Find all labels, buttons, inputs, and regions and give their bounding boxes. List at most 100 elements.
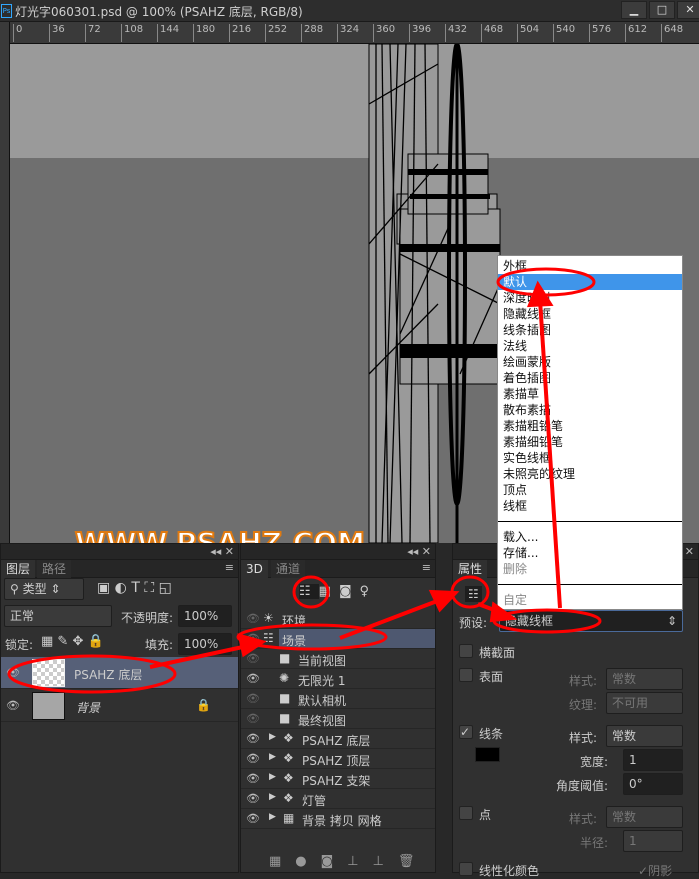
scene-tree-item[interactable]: 👁 ▶ ❖ PSAHZ 顶层 <box>241 749 435 769</box>
scene-tree-item[interactable]: 👁 ▶ ❖ PSAHZ 底层 <box>241 729 435 749</box>
points-checkbox[interactable] <box>459 806 473 820</box>
scene-tree-item[interactable]: 👁 ☷ 场景 <box>241 629 435 649</box>
scene-icon: ☷ <box>263 631 274 645</box>
preset-menu-item[interactable]: 素描粗铅笔 <box>498 418 682 434</box>
texture-label: 纹理: <box>569 698 598 712</box>
filter-type-select[interactable]: ⚲ 类型 ⇕ <box>4 578 84 600</box>
expand-arrow-icon[interactable]: ▶ <box>269 792 276 802</box>
preset-menu-item[interactable]: 默认 <box>498 274 682 290</box>
horizontal-ruler[interactable]: 0 36 72 108 144 180 216 252 288 324 360 396 432 468 50… <box>10 22 699 44</box>
tab-layers[interactable]: 图层 <box>1 560 36 578</box>
linearize-checkbox[interactable] <box>459 862 473 876</box>
scene-tree-item[interactable]: 👁 ■ 默认相机 <box>241 689 435 709</box>
surface-checkbox[interactable] <box>459 668 473 682</box>
collapse-icon[interactable]: ◂◂ ✕ <box>210 545 234 558</box>
eye-icon[interactable]: 👁 <box>246 632 260 645</box>
preset-menu-item[interactable]: 着色插图 <box>498 370 682 386</box>
panel-menu-icon[interactable]: ≡ <box>225 561 234 574</box>
preset-menu-item[interactable]: 素描细铅笔 <box>498 434 682 450</box>
opacity-input[interactable]: 100% <box>178 605 232 627</box>
menu-item-save[interactable]: 存储... <box>498 545 682 561</box>
preset-menu-item[interactable]: 散布素描 <box>498 402 682 418</box>
preset-menu-item[interactable]: 顶点 <box>498 482 682 498</box>
expand-arrow-icon[interactable]: ▶ <box>269 772 276 782</box>
surface-style-select[interactable]: 常数 <box>606 668 683 690</box>
preset-menu-item[interactable]: 线条插图 <box>498 322 682 338</box>
eye-icon[interactable]: 👁 <box>246 772 260 785</box>
mesh-icon: ❖ <box>283 751 294 765</box>
item-label: PSAHZ 底层 <box>302 734 371 748</box>
scene-tree-item[interactable]: 👁 ▶ ❖ 灯管 <box>241 789 435 809</box>
point-style-select[interactable]: 常数 <box>606 806 683 828</box>
preset-menu-item[interactable]: 实色线框 <box>498 450 682 466</box>
expand-arrow-icon[interactable]: ▶ <box>269 732 276 742</box>
panel-menu-icon[interactable]: ≡ <box>422 561 431 574</box>
layer-name: 背景 <box>76 701 101 715</box>
scene-tree-item[interactable]: 👁 ■ 最终视图 <box>241 709 435 729</box>
shadow-checkbox[interactable]: ✓阴影 <box>638 862 672 879</box>
angle-threshold-input[interactable]: 0° <box>623 773 683 795</box>
collapse-icon[interactable]: ◂◂ ✕ <box>407 545 431 558</box>
preset-select[interactable]: 隐藏线框 ⇕ <box>499 610 683 632</box>
line-color-swatch[interactable] <box>475 747 500 762</box>
eye-icon[interactable]: 👁 <box>246 612 260 625</box>
eye-icon[interactable]: 👁 <box>246 812 260 825</box>
blend-mode-select[interactable]: 正常 <box>4 605 112 627</box>
menu-item-load[interactable]: 载入... <box>498 529 682 545</box>
mesh-icon: ❖ <box>283 791 294 805</box>
scene-tree-item[interactable]: 👁 ▶ ❖ PSAHZ 支架 <box>241 769 435 789</box>
3d-filter-icons[interactable]: ☷▦◙♀ <box>299 584 377 599</box>
point-radius-input[interactable]: 1 <box>623 830 683 852</box>
eye-icon[interactable]: 👁 <box>246 712 260 725</box>
fill-input[interactable]: 100% <box>178 633 232 655</box>
layer-row-selected[interactable]: 👁 PSAHZ 底层 <box>1 657 238 689</box>
preset-menu-item[interactable]: 未照亮的纹理 <box>498 466 682 482</box>
texture-select[interactable]: 不可用 <box>606 692 683 714</box>
cross-section-checkbox[interactable] <box>459 644 473 658</box>
lines-checkbox[interactable]: ✓ <box>459 725 473 739</box>
filter-icons[interactable]: ▣ ◐ T ⛶ ◱ <box>97 580 172 596</box>
lock-icons[interactable]: ▦ ✎ ✥ 🔒 <box>41 634 104 649</box>
layer-row[interactable]: 👁 背景 🔒 <box>1 690 238 722</box>
tab-properties[interactable]: 属性 <box>453 560 488 578</box>
eye-icon[interactable]: 👁 <box>6 699 20 712</box>
scene-tree-item[interactable]: 👁 ■ 当前视图 <box>241 649 435 669</box>
minimize-button[interactable]: ▁ <box>621 1 647 19</box>
tab-channels[interactable]: 通道 <box>271 560 306 578</box>
eye-icon[interactable]: 👁 <box>246 792 260 805</box>
photoshop-icon: Ps <box>1 4 12 18</box>
scene-properties-icon[interactable]: ☷ <box>465 586 482 602</box>
preset-menu-item[interactable]: 素描草 <box>498 386 682 402</box>
close-button[interactable]: ✕ <box>677 1 699 19</box>
preset-menu-item[interactable]: 线框 <box>498 498 682 514</box>
eye-icon[interactable]: 👁 <box>246 732 260 745</box>
tab-3d[interactable]: 3D <box>241 560 268 578</box>
line-width-input[interactable]: 1 <box>623 749 683 771</box>
preset-menu-item[interactable]: 外框 <box>498 258 682 274</box>
mesh-icon: ❖ <box>283 771 294 785</box>
scene-tree-item[interactable]: 👁 ▶ ▦ 背景 拷贝 网格 <box>241 809 435 829</box>
expand-arrow-icon[interactable]: ▶ <box>269 752 276 762</box>
preset-menu-item[interactable]: 绘画蒙版 <box>498 354 682 370</box>
eye-icon[interactable]: 👁 <box>246 652 260 665</box>
vertical-ruler[interactable] <box>0 22 10 543</box>
line-style-select[interactable]: 常数 <box>606 725 683 747</box>
preset-menu-item[interactable]: 法线 <box>498 338 682 354</box>
item-label: 无限光 1 <box>298 674 346 688</box>
maximize-button[interactable]: □ <box>649 1 675 19</box>
ruler-tick: 252 <box>265 24 287 42</box>
close-icon[interactable]: ✕ <box>685 545 694 558</box>
preset-menu-item[interactable]: 隐藏线框 <box>498 306 682 322</box>
eye-icon[interactable]: 👁 <box>6 666 20 679</box>
eye-icon[interactable]: 👁 <box>246 752 260 765</box>
scene-tree-item[interactable]: 👁 ✺ 无限光 1 <box>241 669 435 689</box>
tab-paths[interactable]: 路径 <box>37 560 72 578</box>
scene-tree-item[interactable]: 👁 ☀ 环境 <box>241 609 435 629</box>
eye-icon[interactable]: 👁 <box>246 672 260 685</box>
scene-filter-icon[interactable]: ☷ <box>299 584 319 599</box>
item-label: 灯管 <box>302 794 327 808</box>
preset-menu-item[interactable]: 深度映射 <box>498 290 682 306</box>
3d-bottom-toolbar[interactable]: ▦●◙⊥⊥🗑 <box>269 854 428 869</box>
eye-icon[interactable]: 👁 <box>246 692 260 705</box>
expand-arrow-icon[interactable]: ▶ <box>269 812 276 822</box>
